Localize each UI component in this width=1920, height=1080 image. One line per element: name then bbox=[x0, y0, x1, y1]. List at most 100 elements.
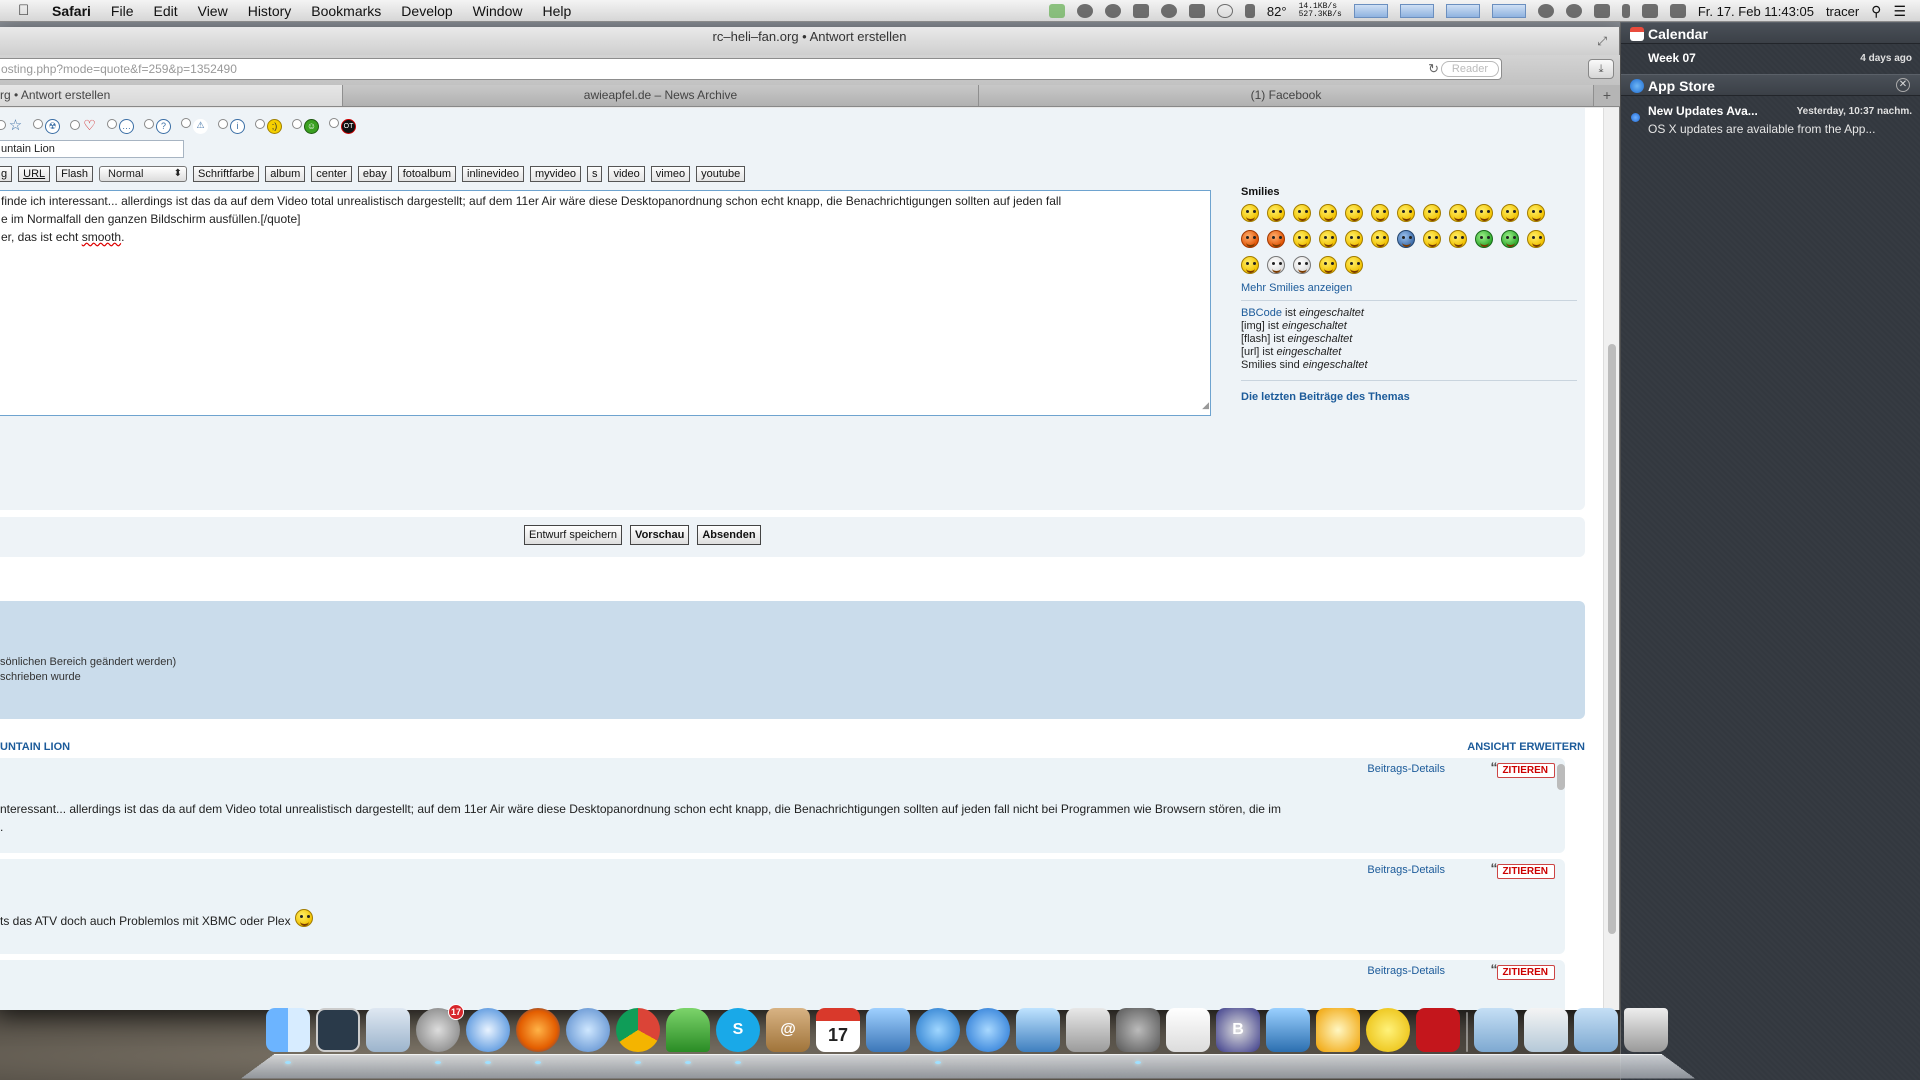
evernote-icon[interactable] bbox=[1048, 4, 1065, 18]
cyberduck-icon[interactable] bbox=[1366, 1008, 1410, 1052]
menu-view[interactable]: View bbox=[198, 3, 228, 19]
post-icon-option[interactable]: ;) bbox=[255, 118, 282, 134]
memory-graph[interactable] bbox=[1399, 4, 1434, 18]
post-icon-option[interactable]: ? bbox=[144, 118, 171, 134]
menu-edit[interactable]: Edit bbox=[153, 3, 177, 19]
smiley-exclaim-icon[interactable] bbox=[1345, 230, 1363, 248]
alfred-icon[interactable] bbox=[1076, 4, 1093, 18]
smiley-razz-icon[interactable] bbox=[1475, 204, 1493, 222]
smiley-santa-icon[interactable] bbox=[1293, 256, 1311, 274]
address-bar[interactable]: osting.php?mode=quote&f=259&p=1352490 ↻ … bbox=[0, 58, 1502, 80]
mail-icon[interactable] bbox=[366, 1008, 410, 1052]
menu-file[interactable]: File bbox=[111, 3, 134, 19]
post-icon-option[interactable]: … bbox=[107, 118, 134, 134]
bbcode-color-button[interactable]: Schriftfarbe bbox=[193, 166, 260, 182]
smiley-arrow-icon[interactable] bbox=[1423, 230, 1441, 248]
spotlight-icon[interactable]: ⚲ bbox=[1871, 3, 1881, 20]
bbcode-video-button[interactable]: video bbox=[608, 166, 645, 182]
itunes-icon[interactable] bbox=[916, 1008, 960, 1064]
post-scrollbar[interactable] bbox=[1557, 764, 1565, 790]
smiley-bomb-icon[interactable] bbox=[1527, 230, 1545, 248]
smiley-ghost-icon[interactable] bbox=[1267, 256, 1285, 274]
smiley-wink-icon[interactable] bbox=[1501, 204, 1519, 222]
menu-window[interactable]: Window bbox=[473, 3, 523, 19]
smiley-rolleyes-icon[interactable] bbox=[1293, 230, 1311, 248]
acrobat-icon[interactable] bbox=[1416, 1008, 1460, 1052]
menu-bookmarks[interactable]: Bookmarks bbox=[311, 3, 381, 19]
volume-icon[interactable] bbox=[1669, 4, 1686, 18]
bbcode-url-button[interactable]: URL bbox=[18, 166, 51, 182]
trash-icon[interactable] bbox=[1624, 1008, 1668, 1052]
wireless-icon[interactable] bbox=[1316, 1008, 1360, 1052]
firefox-icon[interactable] bbox=[516, 1008, 560, 1064]
message-textarea[interactable]: finde ich interessant... allerdings ist … bbox=[0, 190, 1211, 416]
smiley-sleepy-icon[interactable] bbox=[1345, 256, 1363, 274]
cloud-icon[interactable] bbox=[1132, 4, 1149, 18]
iphoto-icon[interactable] bbox=[866, 1008, 910, 1052]
recent-posts-link[interactable]: Die letzten Beiträge des Themas bbox=[1241, 391, 1577, 403]
smiley-mad-icon[interactable] bbox=[1449, 204, 1467, 222]
sync-icon[interactable] bbox=[1537, 4, 1554, 18]
post-details-link[interactable]: Beitrags-Details bbox=[1367, 864, 1445, 876]
post-icon-option[interactable]: ☺ bbox=[292, 118, 319, 134]
finder-icon[interactable] bbox=[266, 1008, 310, 1064]
calculator-icon[interactable] bbox=[1066, 1008, 1110, 1052]
scrollbar-thumb[interactable] bbox=[1608, 344, 1616, 934]
submit-button[interactable]: Absenden bbox=[697, 525, 761, 545]
skype-icon[interactable]: S bbox=[716, 1008, 760, 1064]
smiley-question-icon[interactable] bbox=[1371, 230, 1389, 248]
smiley-eek-icon[interactable] bbox=[1345, 204, 1363, 222]
smiley-evil-icon[interactable] bbox=[1241, 230, 1259, 248]
smiley-cry-icon[interactable] bbox=[1527, 204, 1545, 222]
new-tab-button[interactable]: + bbox=[1594, 85, 1620, 106]
bbedit-icon[interactable]: B bbox=[1216, 1008, 1260, 1052]
textedit-icon[interactable] bbox=[1166, 1008, 1210, 1052]
bbcode-inlinevideo-button[interactable]: inlinevideo bbox=[462, 166, 524, 182]
smiley-confused-icon[interactable] bbox=[1319, 204, 1337, 222]
network-graph[interactable] bbox=[1491, 4, 1526, 18]
camera-icon[interactable] bbox=[1188, 4, 1205, 18]
fullscreen-icon[interactable]: ⤢ bbox=[1597, 31, 1607, 51]
downloads-icon[interactable]: ⤓ bbox=[1588, 59, 1614, 79]
calendar-section-header[interactable]: Calendar bbox=[1621, 22, 1920, 44]
bbcode-myvideo-button[interactable]: myvideo bbox=[530, 166, 581, 182]
network-radar-icon[interactable]: 17 bbox=[416, 1004, 464, 1064]
close-icon[interactable]: ✕ bbox=[1896, 78, 1910, 92]
smiley-laugh-icon[interactable] bbox=[1423, 204, 1441, 222]
post-details-link[interactable]: Beitrags-Details bbox=[1367, 763, 1445, 775]
smiley-neutral-icon[interactable] bbox=[1319, 230, 1337, 248]
smiley-dizzy-icon[interactable] bbox=[1241, 256, 1259, 274]
dashboard-icon[interactable] bbox=[316, 1008, 360, 1052]
network-speed-readout[interactable]: 14.1KB/s 527.3KB/s bbox=[1299, 3, 1342, 19]
notification-center-icon[interactable]: ☰ bbox=[1893, 3, 1906, 20]
headphones-icon[interactable] bbox=[1104, 4, 1121, 18]
applications-folder-icon[interactable] bbox=[1474, 1008, 1518, 1052]
tab-news-archive[interactable]: awieapfel.de – News Archive bbox=[343, 85, 979, 106]
screen-sharing-icon[interactable] bbox=[1016, 1008, 1060, 1052]
quote-button[interactable]: ZITIEREN bbox=[1490, 761, 1555, 778]
smiley-shy-icon[interactable] bbox=[1449, 230, 1467, 248]
app-store-dock-icon[interactable] bbox=[966, 1008, 1010, 1052]
clock[interactable]: Fr. 17. Feb 11:43:05 bbox=[1698, 4, 1814, 19]
bbcode-album-button[interactable]: album bbox=[265, 166, 306, 182]
smiley-cool-icon[interactable] bbox=[1397, 204, 1415, 222]
network-utility-icon[interactable] bbox=[566, 1008, 610, 1052]
appstore-section-header[interactable]: App Store ✕ bbox=[1621, 74, 1920, 96]
post-icon-option[interactable]: ♡ bbox=[70, 118, 97, 134]
more-smilies-link[interactable]: Mehr Smilies anzeigen bbox=[1241, 282, 1577, 301]
wifi-icon[interactable] bbox=[1641, 4, 1658, 18]
menu-help[interactable]: Help bbox=[542, 3, 571, 19]
post-icon-option[interactable]: i bbox=[218, 118, 245, 134]
smiley-green-icon[interactable] bbox=[1475, 230, 1493, 248]
adium-icon[interactable] bbox=[666, 1008, 710, 1064]
bbcode-ebay-button[interactable]: ebay bbox=[357, 166, 392, 182]
cpu-graph[interactable] bbox=[1353, 4, 1388, 18]
speech-bubble-icon[interactable] bbox=[1216, 4, 1233, 18]
reload-icon[interactable]: ↻ bbox=[1428, 59, 1439, 79]
quote-button[interactable]: ZITIEREN bbox=[1490, 963, 1555, 980]
airplay-icon[interactable] bbox=[1593, 4, 1610, 18]
wifi-scan-icon[interactable] bbox=[1160, 4, 1177, 18]
system-preferences-icon[interactable] bbox=[1116, 1008, 1160, 1064]
menu-app-name[interactable]: Safari bbox=[52, 3, 91, 19]
calendar-notification[interactable]: Week 07 4 days ago bbox=[1621, 46, 1920, 70]
